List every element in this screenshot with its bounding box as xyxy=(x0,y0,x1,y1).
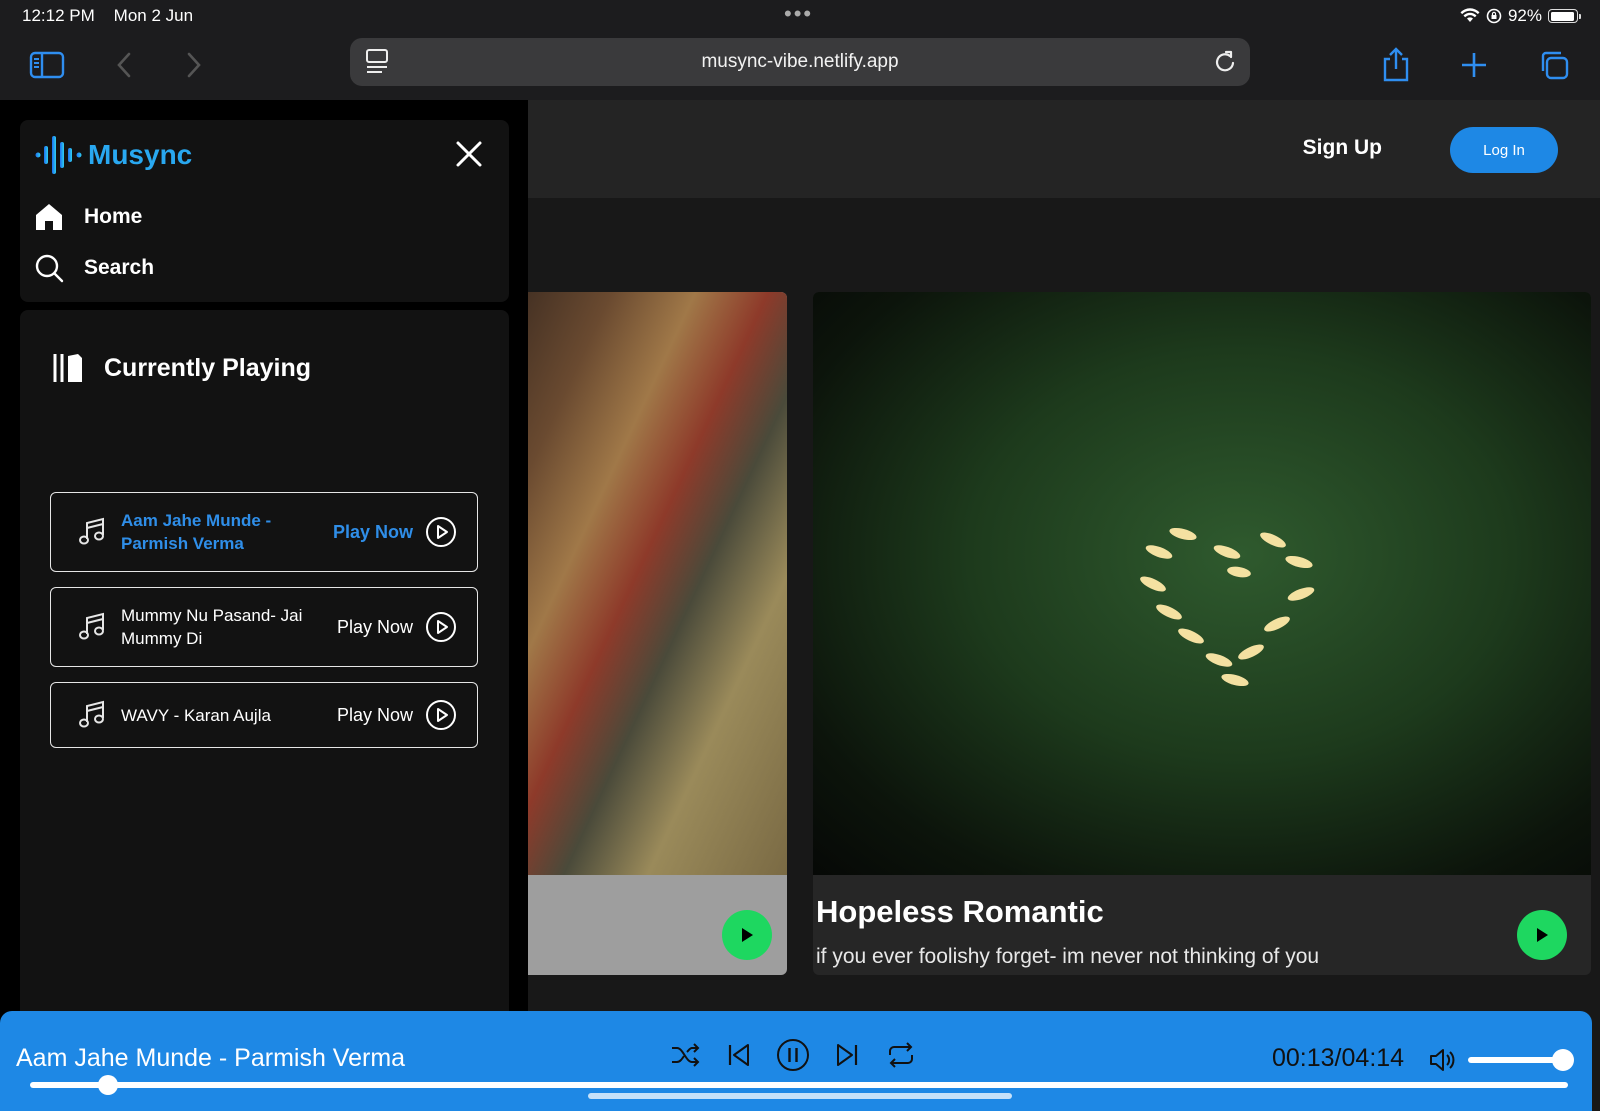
seek-bar-handle[interactable] xyxy=(98,1075,119,1095)
search-icon xyxy=(35,254,64,283)
now-playing-title: Aam Jahe Munde - Parmish Verma xyxy=(16,1044,406,1072)
status-date: Mon 2 Jun xyxy=(113,6,194,25)
play-circle-icon xyxy=(426,612,456,642)
battery-icon xyxy=(1548,9,1581,23)
next-button[interactable] xyxy=(830,1038,864,1072)
back-icon[interactable] xyxy=(104,45,144,85)
music-note-icon xyxy=(79,700,104,728)
url-text: musync-vibe.netlify.app xyxy=(701,51,899,72)
new-tab-icon[interactable] xyxy=(1454,45,1494,85)
previous-button[interactable] xyxy=(722,1038,756,1072)
log-in-button[interactable]: Log In xyxy=(1450,127,1558,173)
play-circle-icon xyxy=(426,700,456,730)
pause-button[interactable] xyxy=(776,1038,810,1072)
playlist-title: Hopeless Romantic xyxy=(816,894,1104,929)
forward-icon[interactable] xyxy=(174,45,214,85)
library-icon xyxy=(53,354,82,382)
song-item[interactable]: Mummy Nu Pasand- Jai Mummy Di Play Now xyxy=(50,587,478,667)
play-now-label: Play Now xyxy=(336,616,413,637)
status-clock: 12:12 PM xyxy=(22,6,95,25)
web-page: Sign Up Log In Hopeless Romantic if you … xyxy=(0,100,1600,1111)
pause-icon xyxy=(777,1039,809,1071)
sidebar-nav-panel: Musync Home Search xyxy=(20,120,509,302)
logo-text: Musync xyxy=(88,139,193,170)
shuffle-icon xyxy=(672,1043,700,1067)
heart-lights-image xyxy=(1140,527,1315,687)
status-right: 92% xyxy=(1460,6,1581,26)
playlist-cover-image xyxy=(813,292,1591,875)
song-title: Aam Jahe Munde - Parmish Verma xyxy=(121,511,272,553)
currently-playing-panel: Currently Playing Aam Jahe Munde - Parmi… xyxy=(20,310,509,1111)
song-item[interactable]: WAVY - Karan Aujla Play Now xyxy=(50,682,478,748)
play-icon xyxy=(742,928,753,942)
home-icon xyxy=(36,204,62,230)
previous-icon xyxy=(728,1044,749,1066)
equalizer-logo-icon xyxy=(35,136,82,174)
share-icon[interactable] xyxy=(1376,45,1416,85)
playback-time: 00:13/04:14 xyxy=(1272,1044,1405,1072)
sidebar-item-label: Search xyxy=(84,256,155,279)
shuffle-button[interactable] xyxy=(668,1038,702,1072)
play-icon xyxy=(1537,928,1548,942)
sidebar-toggle-icon[interactable] xyxy=(27,45,67,85)
browser-toolbar: musync-vibe.netlify.app xyxy=(0,32,1600,100)
playlist-description: if you ever foolishy forget- im never no… xyxy=(816,945,1320,968)
card-play-button[interactable] xyxy=(1517,910,1567,960)
orientation-lock-icon xyxy=(1486,8,1502,24)
reload-icon[interactable] xyxy=(1212,48,1238,81)
play-now-button[interactable]: Play Now xyxy=(333,516,457,548)
sidebar-item-home[interactable]: Home xyxy=(34,202,142,232)
address-bar[interactable]: musync-vibe.netlify.app xyxy=(350,38,1250,86)
repeat-button[interactable] xyxy=(884,1038,918,1072)
battery-percent: 92% xyxy=(1507,6,1542,25)
song-title: WAVY - Karan Aujla xyxy=(121,705,271,725)
sign-up-button[interactable]: Sign Up xyxy=(1303,136,1382,160)
song-item[interactable]: Aam Jahe Munde - Parmish Verma Play Now xyxy=(50,492,478,572)
sidebar-item-search[interactable]: Search xyxy=(34,253,154,283)
status-bar: 12:12 PM Mon 2 Jun ••• 92% xyxy=(0,0,1600,32)
close-icon xyxy=(456,141,482,167)
status-time: 12:12 PM Mon 2 Jun xyxy=(22,6,193,26)
currently-playing-header: Currently Playing xyxy=(52,352,311,384)
playback-controls xyxy=(668,1038,918,1072)
play-now-label: Play Now xyxy=(332,521,413,542)
card-play-button[interactable] xyxy=(722,910,772,960)
next-icon xyxy=(837,1044,858,1066)
wifi-icon xyxy=(1460,8,1480,22)
song-title: Mummy Nu Pasand- Jai Mummy Di xyxy=(121,606,303,648)
close-sidebar-button[interactable] xyxy=(455,140,483,173)
volume-icon xyxy=(1430,1049,1455,1071)
musync-logo[interactable]: Musync xyxy=(34,132,192,178)
music-note-icon xyxy=(79,612,104,640)
volume-slider-handle[interactable] xyxy=(1552,1049,1574,1071)
top-navbar: Sign Up Log In xyxy=(528,100,1600,198)
play-now-label: Play Now xyxy=(336,704,413,725)
currently-playing-title: Currently Playing xyxy=(104,353,311,382)
playlist-card[interactable] xyxy=(500,292,787,975)
playlist-card[interactable]: Hopeless Romantic if you ever foolishy f… xyxy=(813,292,1591,975)
home-indicator xyxy=(588,1093,1012,1099)
repeat-icon xyxy=(889,1042,913,1068)
play-circle-icon xyxy=(426,517,456,547)
volume-button[interactable] xyxy=(1428,1047,1456,1078)
tabs-icon[interactable] xyxy=(1534,45,1574,85)
playlist-cover-image xyxy=(500,292,787,875)
play-now-button[interactable]: Play Now xyxy=(337,611,457,643)
seek-bar[interactable] xyxy=(30,1082,1568,1088)
multitask-dots-icon[interactable]: ••• xyxy=(784,3,813,25)
play-now-button[interactable]: Play Now xyxy=(337,699,457,731)
sidebar: Musync Home Search Currently Playing Aam xyxy=(0,100,528,1111)
music-note-icon xyxy=(79,517,104,545)
sidebar-item-label: Home xyxy=(84,205,143,228)
